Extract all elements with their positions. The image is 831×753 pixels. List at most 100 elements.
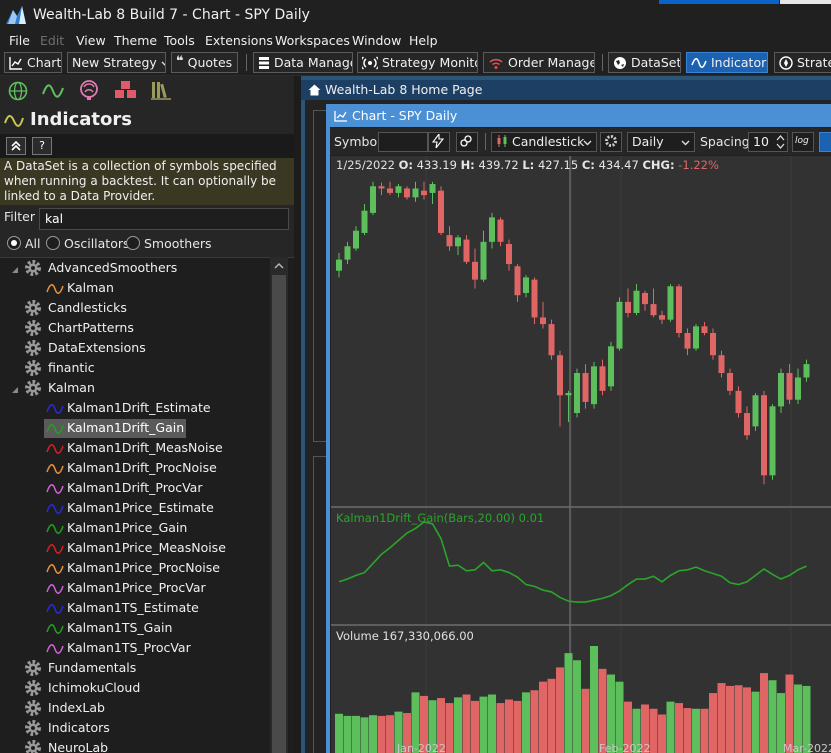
window-title: Wealth-Lab 8 Build 7 - Chart - SPY Daily (33, 7, 310, 23)
radio-all[interactable] (7, 236, 21, 250)
strategy-monitor-button[interactable]: Strategy Monitor (357, 52, 478, 73)
tree-item[interactable]: Kalman1Drift_Gain (44, 419, 187, 438)
tree-item[interactable]: Kalman1TS_Gain (44, 619, 174, 638)
tree-item[interactable]: Kalman1Drift_Estimate (44, 399, 213, 418)
chart-settings-button[interactable] (600, 132, 622, 152)
chart-style-select[interactable]: Candlestick (491, 132, 597, 152)
collapse-all-button[interactable] (6, 137, 26, 155)
menu-help[interactable]: Help (409, 33, 438, 48)
globe-icon[interactable] (8, 81, 28, 101)
ohlc-date: 1/25/2022 (336, 158, 395, 172)
strategy-select[interactable]: New Strategy (67, 52, 166, 73)
library-books-icon[interactable] (150, 80, 172, 100)
menu-extensions[interactable]: Extensions (205, 33, 273, 48)
tree-item[interactable]: Kalman1Price_Estimate (44, 499, 216, 518)
chart-icon (334, 111, 347, 122)
link-button[interactable] (456, 132, 478, 152)
tree-item[interactable]: Kalman1Price_MeasNoise (44, 539, 228, 558)
chart-toolbar: Symbol Candlestick Daily Spacing 10 log (330, 128, 831, 155)
home-window-titlebar[interactable]: Wealth-Lab 8 Home Page (301, 80, 831, 100)
volume-bar (564, 653, 573, 753)
tree-item[interactable]: Kalman (44, 279, 116, 298)
candle-body (786, 373, 793, 400)
chart-window-title: Chart - SPY Daily (352, 108, 458, 123)
filter-input[interactable]: kal (39, 208, 289, 230)
chart-option-button[interactable] (819, 132, 831, 152)
indicator-wave-icon[interactable] (42, 81, 64, 101)
tree-item[interactable]: Kalman1Price_ProcVar (44, 579, 208, 598)
candle-body (497, 219, 504, 242)
symbol-input[interactable] (378, 132, 428, 152)
data-manager-button[interactable]: Data Manager (253, 52, 353, 73)
tree-item[interactable]: Kalman1Drift_MeasNoise (44, 439, 225, 458)
tree-item-label: Kalman1Price_MeasNoise (67, 540, 226, 555)
tree-item[interactable]: Kalman1TS_ProcVar (44, 639, 193, 658)
candle-body (616, 301, 623, 349)
log-scale-button[interactable]: log (792, 132, 814, 152)
candle-body (659, 315, 665, 320)
candle-body (803, 364, 810, 378)
tree-scrollbar[interactable] (270, 257, 288, 753)
volume-bar (352, 715, 360, 753)
stepper-arrows-icon[interactable] (776, 134, 785, 150)
gear-icon (25, 360, 41, 376)
panel-splitter[interactable] (294, 76, 301, 753)
datasets-button[interactable]: DataSets (608, 52, 681, 73)
candle-body (446, 235, 453, 247)
radio-smoothers[interactable] (126, 236, 140, 250)
menu-theme[interactable]: Theme (114, 33, 157, 48)
tree-group-label: Kalman (48, 380, 95, 395)
tree-item[interactable]: Kalman1Price_Gain (44, 519, 189, 538)
radio-oscillators-label: Oscillators (64, 236, 130, 251)
menu-view[interactable]: View (76, 33, 106, 48)
type-filter-radios: All Oscillators Smoothers (0, 233, 294, 256)
indicator-tree: AdvancedSmoothers Kalman Candlesticks Chart… (0, 257, 294, 753)
indicator-wave-icon (46, 624, 64, 634)
candle-body (582, 373, 589, 402)
chart-button[interactable]: Chart (4, 52, 62, 73)
help-button[interactable]: ? (32, 137, 52, 155)
order-manager-button[interactable]: Order Manager (483, 52, 595, 73)
strategy-designer-button[interactable]: Strateg (774, 52, 831, 73)
chart-icon (9, 57, 22, 70)
tree-item-label: Kalman1Drift_MeasNoise (67, 440, 223, 455)
candle-body (336, 259, 342, 271)
ohlc-high-label: H: (460, 158, 475, 172)
gear-icon (25, 700, 41, 716)
tree-group-label: DataExtensions (48, 340, 146, 355)
scale-select[interactable]: Daily (627, 132, 695, 152)
menu-workspaces[interactable]: Workspaces (275, 33, 350, 48)
candle-body (642, 292, 648, 305)
volume-bar (445, 703, 454, 753)
streaming-button[interactable] (428, 132, 450, 152)
chart-plot-area[interactable]: Jan-2022 Feb-2022 Mar-2022 (331, 156, 831, 753)
tree-item[interactable]: Kalman1Drift_ProcNoise (44, 459, 219, 478)
menu-tools[interactable]: Tools (164, 33, 195, 48)
tree-item-label: Kalman1Price_Gain (67, 520, 188, 535)
radio-oscillators[interactable] (46, 236, 60, 250)
tree-item[interactable]: Kalman1Drift_ProcVar (44, 479, 204, 498)
spacing-stepper[interactable]: 10 (748, 132, 788, 152)
candle-body (370, 186, 376, 213)
tree-item[interactable]: Kalman1Price_ProcNoise (44, 559, 222, 578)
menu-window[interactable]: Window (352, 33, 401, 48)
expanded-caret-icon[interactable] (12, 267, 18, 273)
indicators-button[interactable]: Indicators (686, 52, 768, 73)
candle-body (395, 186, 402, 193)
expanded-caret-icon[interactable] (12, 387, 18, 393)
quotes-button[interactable]: ❝ Quotes (171, 52, 238, 73)
cubes-icon[interactable] (114, 80, 138, 100)
volume-bar (675, 703, 683, 753)
tree-item[interactable]: Kalman1TS_Estimate (44, 599, 201, 618)
scrollbar-thumb[interactable] (272, 275, 286, 753)
brain-icon[interactable] (78, 79, 100, 101)
menu-edit[interactable]: Edit (40, 33, 64, 48)
menu-file[interactable]: File (9, 33, 30, 48)
scroll-up-arrow-icon[interactable] (274, 262, 284, 269)
filter-label: Filter (4, 209, 35, 224)
volume-pane-label: Volume 167,330,066.00 (336, 629, 474, 643)
chart-canvas[interactable]: Jan-2022 Feb-2022 Mar-2022 (331, 156, 831, 753)
ohlc-low-label: L: (522, 158, 535, 172)
lightning-icon (431, 133, 445, 149)
gear-icon (25, 660, 41, 676)
